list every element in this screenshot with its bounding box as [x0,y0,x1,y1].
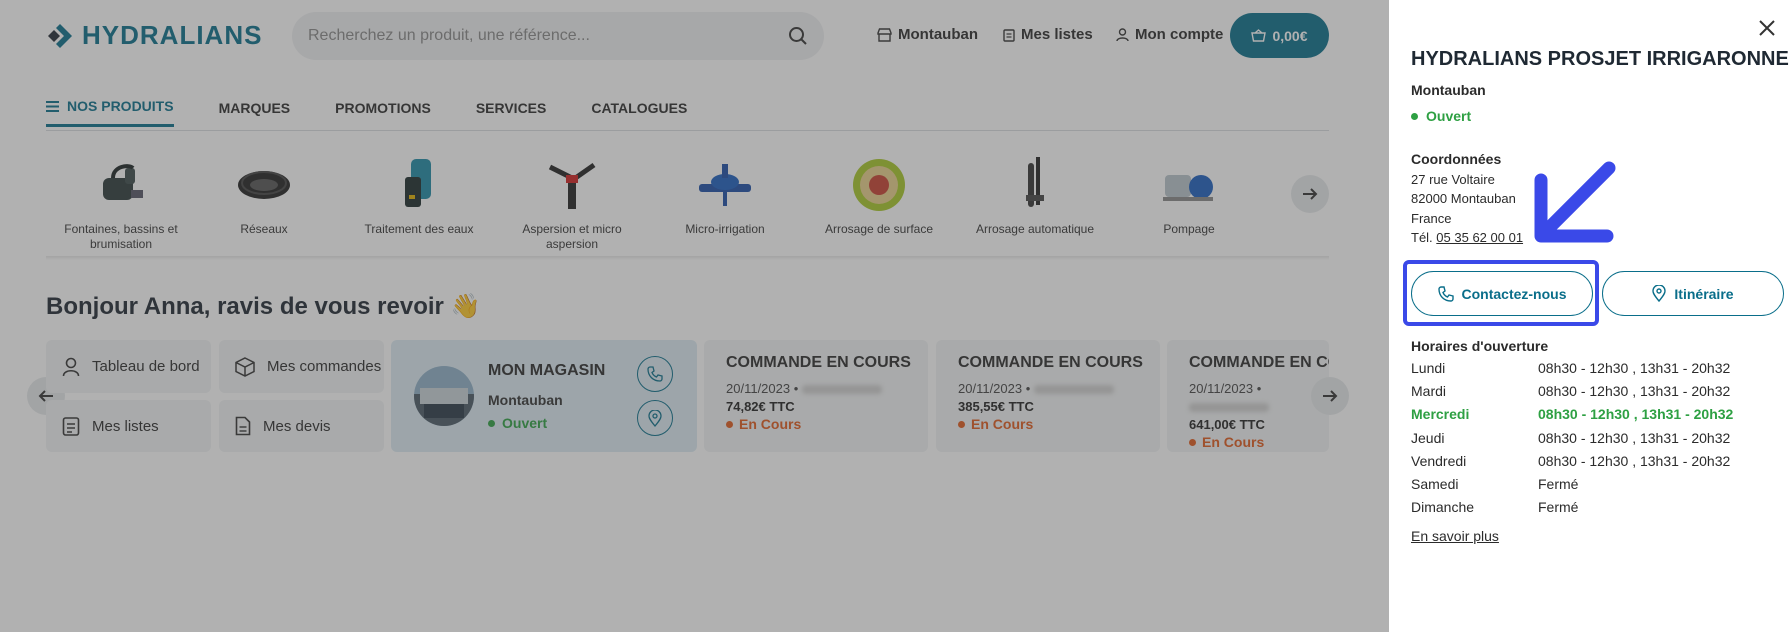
panel-status-label: Ouvert [1426,108,1472,124]
route-button[interactable]: Itinéraire [1602,271,1784,316]
hours-day: Lundi [1411,359,1446,376]
hours-heading: Horaires d'ouverture [1411,338,1549,354]
annotation-highlight-box [1403,260,1599,326]
address-line1: 27 rue Voltaire [1411,171,1495,187]
hours-day: Mardi [1411,382,1447,399]
hours-day: Dimanche [1411,499,1475,516]
coord-heading: Coordonnées [1411,151,1502,167]
hours-row: Vendredi 08h30 - 12h30 , 13h31 - 20h32 [1411,449,1733,472]
hours-time: 08h30 - 12h30 , 13h31 - 20h32 [1538,382,1731,399]
annotation-arrow-icon [1534,161,1616,243]
hours-day: Mercredi [1411,406,1470,423]
hours-row: Jeudi 08h30 - 12h30 , 13h31 - 20h32 [1411,426,1733,449]
opening-hours: Horaires d'ouverture Lundi 08h30 - 12h30 … [1411,338,1733,519]
close-button[interactable] [1757,18,1777,41]
route-button-label: Itinéraire [1674,285,1734,302]
phone-link[interactable]: 05 35 62 00 01 [1436,230,1523,245]
hours-time: 08h30 - 12h30 , 13h31 - 20h32 [1538,359,1731,376]
close-icon [1759,20,1775,36]
hours-day: Vendredi [1411,452,1467,469]
hours-time: 08h30 - 12h30 , 13h31 - 20h32 [1538,429,1731,446]
address-line3: France [1411,210,1452,226]
panel-status: Ouvert [1411,108,1471,124]
hours-time: 08h30 - 12h30 , 13h31 - 20h32 [1538,452,1731,469]
hours-row: Mardi 08h30 - 12h30 , 13h31 - 20h32 [1411,379,1733,402]
hours-time: Fermé [1538,499,1579,516]
hours-row-today: Mercredi 08h30 - 12h30 , 13h31 - 20h32 [1411,403,1733,426]
hours-day: Jeudi [1411,429,1445,446]
hours-time: Fermé [1538,476,1579,493]
panel-city: Montauban [1411,82,1486,98]
hours-day: Samedi [1411,476,1459,493]
location-pin-icon [1652,285,1667,302]
phone-prefix: Tél. [1411,230,1433,245]
phone-line: Tél. 05 35 62 00 01 [1411,228,1523,248]
status-dot [1411,112,1418,120]
hours-row: Samedi Fermé [1411,472,1733,495]
contact-details: Coordonnées 27 rue Voltaire 82000 Montau… [1411,150,1523,248]
address-line2: 82000 Montauban [1411,191,1516,206]
hours-time: 08h30 - 12h30 , 13h31 - 20h32 [1538,406,1734,423]
modal-backdrop[interactable] [0,0,1389,632]
learn-more-link[interactable]: En savoir plus [1411,528,1499,544]
hours-row: Lundi 08h30 - 12h30 , 13h31 - 20h32 [1411,356,1733,379]
panel-title: HYDRALIANS PROSJET IRRIGARONNE [1411,48,1789,70]
store-details-panel: HYDRALIANS PROSJET IRRIGARONNE Montauban… [1389,0,1792,632]
hours-row: Dimanche Fermé [1411,496,1733,519]
